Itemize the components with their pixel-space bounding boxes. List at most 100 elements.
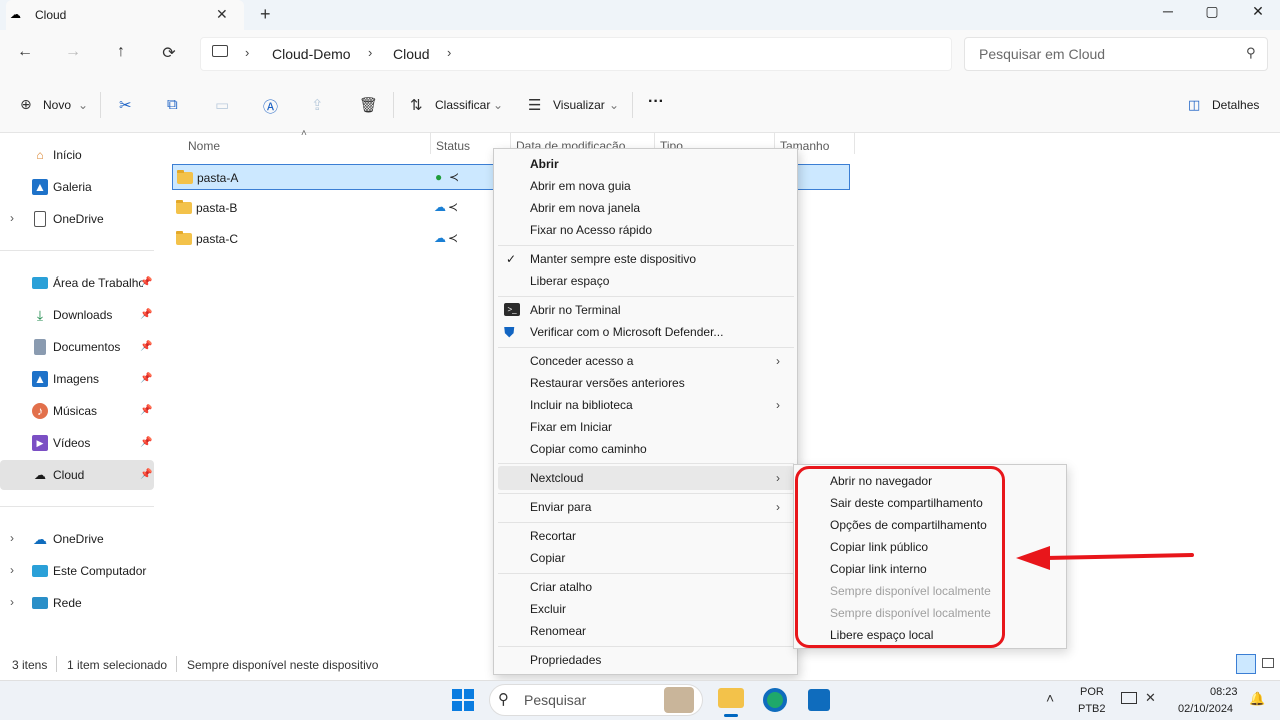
sidebar-item-documents[interactable]: Documentos 📌 — [0, 333, 154, 361]
up-button[interactable]: ↑ — [109, 43, 133, 61]
sidebar-item-videos[interactable]: ▶ Vídeos 📌 — [0, 429, 154, 457]
defender-shield-icon: ⛊ — [504, 324, 515, 340]
menu-item-give-access[interactable]: Conceder acesso a — [530, 354, 633, 368]
menu-item-copy[interactable]: Copiar — [530, 551, 565, 565]
details-pane-icon[interactable]: ◫ — [1188, 97, 1200, 113]
column-separator[interactable] — [854, 132, 855, 154]
pin-icon[interactable]: 📌 — [140, 277, 152, 288]
column-header-status[interactable]: Status — [436, 139, 470, 153]
sidebar-item-music[interactable]: ♪ Músicas 📌 — [0, 397, 154, 425]
column-header-name[interactable]: Nome — [188, 139, 220, 153]
forward-button[interactable]: → — [61, 43, 85, 61]
sort-icon[interactable]: ⇅ — [410, 96, 423, 114]
menu-item-open-new-window[interactable]: Abrir em nova janela — [530, 201, 640, 215]
chevron-right-icon[interactable]: › — [368, 45, 372, 60]
details-button[interactable]: Detalhes — [1212, 98, 1259, 112]
chevron-right-icon[interactable]: › — [447, 45, 451, 60]
menu-item-properties[interactable]: Propriedades — [530, 653, 601, 667]
menu-item-nextcloud[interactable]: Nextcloud — [530, 471, 583, 485]
pin-icon[interactable]: 📌 — [140, 341, 152, 352]
windows-start-icon[interactable] — [451, 688, 475, 712]
sort-button[interactable]: Classificar — [435, 98, 490, 112]
chevron-right-icon[interactable]: › — [245, 45, 249, 60]
file-explorer-app-icon[interactable] — [718, 688, 744, 708]
plus-circle-icon[interactable]: ⊕ — [20, 96, 32, 113]
close-window-button[interactable]: ✕ — [1238, 3, 1278, 20]
menu-item-cut[interactable]: Recortar — [530, 529, 576, 543]
menu-item-pin-quick-access[interactable]: Fixar no Acesso rápido — [530, 223, 652, 237]
sidebar-item-desktop[interactable]: Área de Trabalho 📌 — [0, 269, 154, 297]
tiles-view-button[interactable] — [1262, 658, 1274, 668]
cut-icon[interactable]: ✂ — [119, 96, 132, 114]
minimize-button[interactable]: ─ — [1148, 3, 1188, 19]
command-bar — [0, 78, 1280, 133]
sidebar-item-onedrive[interactable]: › ☁ OneDrive — [0, 525, 154, 553]
menu-item-send-to[interactable]: Enviar para — [530, 500, 591, 514]
chevron-right-icon[interactable]: › — [10, 531, 14, 545]
language-primary[interactable]: POR — [1080, 686, 1104, 698]
view-button[interactable]: Visualizar — [553, 98, 605, 112]
copy-icon[interactable]: ⧉ — [167, 96, 178, 113]
cloud-folder-icon: ☁ — [10, 9, 21, 21]
chevron-right-icon[interactable]: › — [10, 563, 14, 577]
back-button[interactable]: ← — [13, 43, 37, 61]
new-button[interactable]: Novo — [43, 98, 71, 112]
edge-browser-icon[interactable] — [763, 688, 787, 712]
menu-item-open[interactable]: Abrir — [530, 157, 559, 171]
menu-item-include-library[interactable]: Incluir na biblioteca — [530, 398, 633, 412]
menu-item-copy-path[interactable]: Copiar como caminho — [530, 442, 647, 456]
breadcrumb-cloud-demo[interactable]: Cloud-Demo — [272, 46, 351, 62]
new-tab-button[interactable]: + — [260, 4, 271, 25]
chevron-down-icon[interactable]: ⌄ — [609, 98, 619, 112]
menu-item-always-keep[interactable]: Manter sempre este dispositivo — [530, 252, 696, 266]
sidebar-item-this-pc[interactable]: › Este Computador — [0, 557, 154, 585]
menu-item-restore-versions[interactable]: Restaurar versões anteriores — [530, 376, 685, 390]
microsoft-store-icon[interactable] — [808, 689, 830, 711]
maximize-button[interactable]: ▢ — [1192, 3, 1232, 20]
menu-item-open-new-tab[interactable]: Abrir em nova guia — [530, 179, 631, 193]
delete-icon[interactable]: 🗑 — [359, 96, 378, 114]
chevron-right-icon[interactable]: › — [10, 211, 14, 225]
clock-date[interactable]: 02/10/2024 — [1178, 703, 1233, 715]
chevron-down-icon[interactable]: ⌄ — [493, 98, 503, 112]
details-view-button[interactable] — [1236, 654, 1256, 674]
refresh-button[interactable]: ⟳ — [157, 43, 181, 63]
menu-item-free-space[interactable]: Liberar espaço — [530, 274, 609, 288]
pin-icon[interactable]: 📌 — [140, 309, 152, 320]
sidebar-item-pictures[interactable]: ▲ Imagens 📌 — [0, 365, 154, 393]
pin-icon[interactable]: 📌 — [140, 437, 152, 448]
chevron-right-icon[interactable]: › — [10, 595, 14, 609]
menu-item-open-terminal[interactable]: Abrir no Terminal — [530, 303, 620, 317]
menu-separator — [498, 493, 794, 494]
language-secondary[interactable]: PTB2 — [1078, 703, 1106, 715]
sidebar-item-onedrive-personal[interactable]: › OneDrive — [0, 205, 154, 233]
sidebar-item-network[interactable]: › Rede — [0, 589, 154, 617]
view-icon[interactable]: ☰ — [528, 96, 541, 114]
more-options-button[interactable]: ··· — [648, 93, 664, 111]
volume-icon[interactable]: ✕ — [1145, 690, 1156, 706]
menu-item-delete[interactable]: Excluir — [530, 602, 566, 616]
sidebar-item-cloud[interactable]: ☁ Cloud 📌 — [0, 460, 154, 490]
breadcrumb-cloud[interactable]: Cloud — [393, 46, 430, 62]
pin-icon[interactable]: 📌 — [140, 469, 152, 480]
pin-icon[interactable]: 📌 — [140, 405, 152, 416]
share-icon[interactable]: ⇪ — [311, 96, 324, 114]
paste-icon[interactable]: ▭ — [215, 96, 229, 114]
sidebar-item-downloads[interactable]: ⤓ Downloads 📌 — [0, 301, 154, 329]
chevron-up-icon[interactable]: ˄ — [1046, 690, 1054, 706]
notification-bell-icon[interactable]: 🔔 — [1249, 691, 1265, 707]
sidebar-item-home[interactable]: ⌂ Início — [0, 141, 154, 169]
menu-item-rename[interactable]: Renomear — [530, 624, 586, 638]
close-tab-button[interactable]: ✕ — [216, 6, 228, 23]
chevron-down-icon[interactable]: ⌄ — [78, 98, 88, 112]
rename-icon[interactable]: Ⓐ — [263, 96, 278, 117]
annotation-arrow-icon — [1016, 546, 1194, 570]
pin-icon[interactable]: 📌 — [140, 373, 152, 384]
menu-item-create-shortcut[interactable]: Criar atalho — [530, 580, 592, 594]
menu-item-pin-start[interactable]: Fixar em Iniciar — [530, 420, 612, 434]
clock-time[interactable]: 08:23 — [1210, 686, 1238, 698]
network-monitor-icon[interactable] — [1121, 692, 1137, 704]
sidebar-item-gallery[interactable]: ▲ Galeria — [0, 173, 154, 201]
column-separator[interactable] — [430, 132, 431, 154]
menu-item-defender-scan[interactable]: Verificar com o Microsoft Defender... — [530, 325, 723, 339]
